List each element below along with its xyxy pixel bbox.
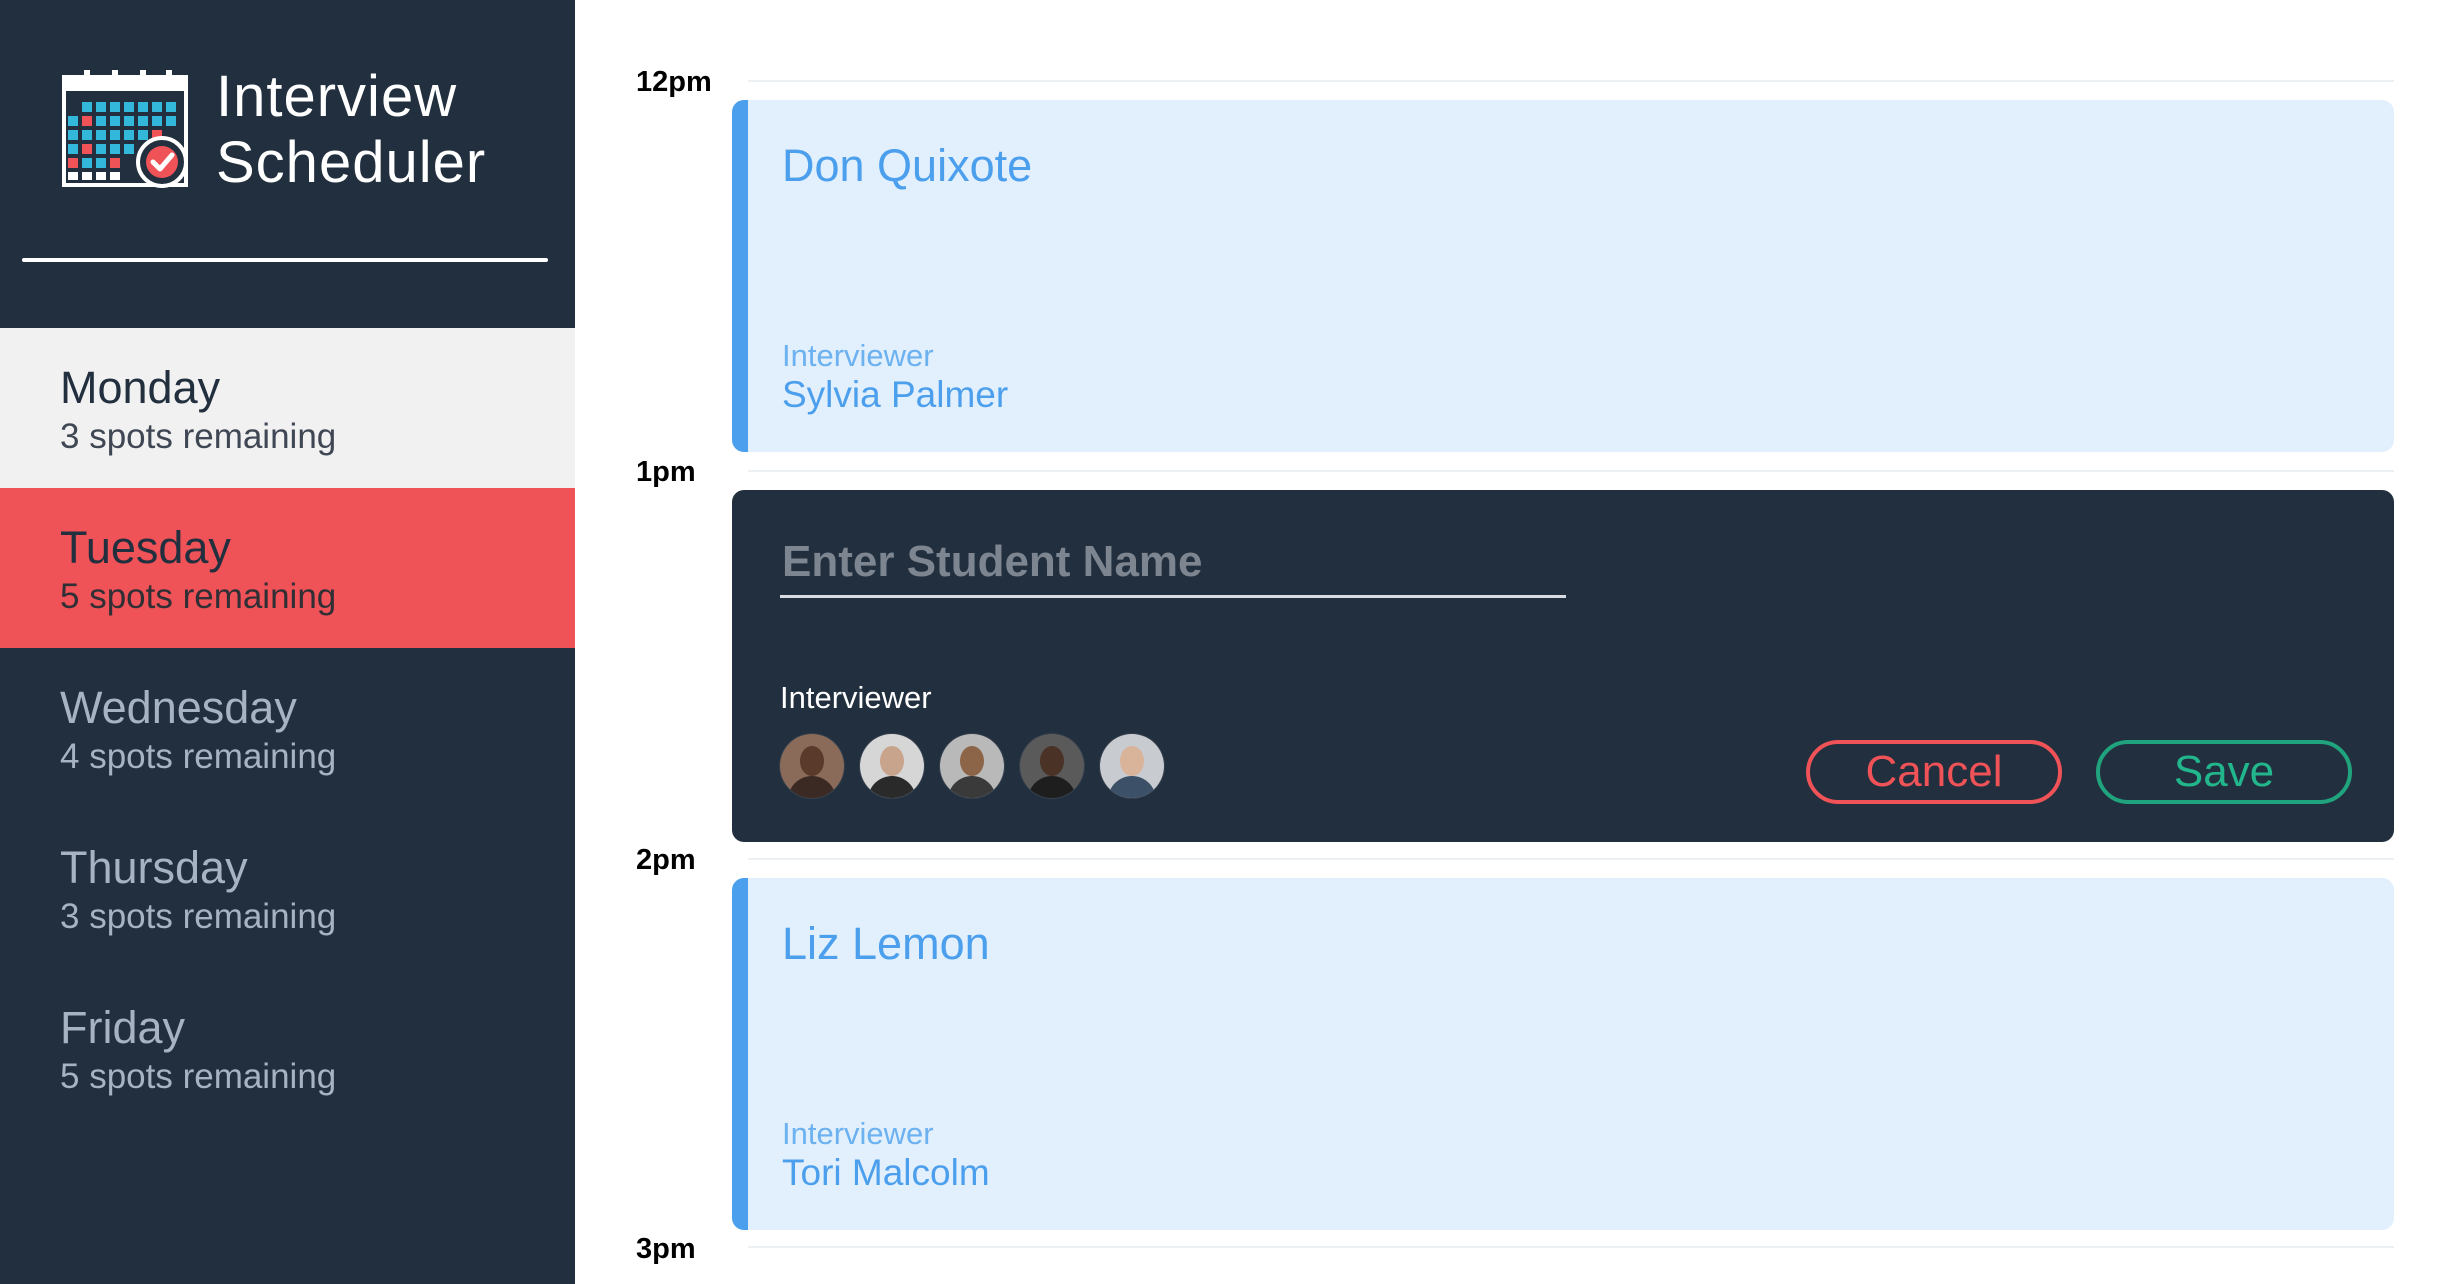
day-name: Monday [60,362,221,413]
day-name: Friday [60,1002,186,1053]
interviewer-avatar-3[interactable] [940,734,1004,798]
save-button[interactable]: Save [2096,740,2352,804]
time-divider [748,858,2394,860]
brand: Interview Scheduler [62,64,486,196]
time-divider [748,470,2394,472]
appointment-card[interactable]: Liz Lemon Interviewer Tori Malcolm [732,878,2394,1230]
app-title: Interview Scheduler [216,64,486,196]
day-spots: 5 spots remaining [60,1057,337,1096]
app-title-line1: Interview [216,64,458,129]
appointment-student: Liz Lemon [782,918,990,969]
time-label-1pm: 1pm [636,456,696,488]
day-list: Monday 3 spots remaining Tuesday 5 spots… [0,328,575,1128]
student-name-input[interactable] [780,528,1566,598]
time-label-2pm: 2pm [636,844,696,876]
day-item-thursday[interactable]: Thursday 3 spots remaining [0,808,575,968]
day-name: Tuesday [60,522,231,573]
interviewer-list-label: Interviewer [780,680,932,715]
appointment-interviewer-name: Tori Malcolm [782,1152,990,1193]
day-name: Wednesday [60,682,297,733]
day-spots: 4 spots remaining [60,737,337,776]
day-spots: 5 spots remaining [60,577,337,616]
time-label-12pm: 12pm [636,66,712,98]
interviewer-avatar-5[interactable] [1100,734,1164,798]
day-item-friday[interactable]: Friday 5 spots remaining [0,968,575,1128]
time-label-3pm: 3pm [636,1233,696,1265]
appointment-interviewer-label: Interviewer [782,1116,934,1151]
interviewer-avatar-4[interactable] [1020,734,1084,798]
day-name: Thursday [60,842,248,893]
interviewer-avatar-1[interactable] [780,734,844,798]
appointment-card[interactable]: Don Quixote Interviewer Sylvia Palmer [732,100,2394,452]
interviewer-avatar-2[interactable] [860,734,924,798]
day-item-wednesday[interactable]: Wednesday 4 spots remaining [0,648,575,808]
appointment-student: Don Quixote [782,140,1033,191]
day-spots: 3 spots remaining [60,897,337,936]
appointment-form: Interviewer Cancel Save [732,490,2394,842]
day-spots: 3 spots remaining [60,417,337,456]
sidebar-divider [22,258,548,262]
time-divider [748,1246,2394,1248]
day-item-tuesday[interactable]: Tuesday 5 spots remaining [0,488,575,648]
appointment-interviewer-label: Interviewer [782,338,934,373]
app-title-line2: Scheduler [216,130,487,195]
cancel-button[interactable]: Cancel [1806,740,2062,804]
time-divider [748,80,2394,82]
appointment-interviewer-name: Sylvia Palmer [782,374,1009,415]
interviewer-list [780,734,1180,798]
calendar-check-icon [62,68,194,192]
sidebar: Interview Scheduler Monday 3 spots remai… [0,0,575,1284]
day-item-monday[interactable]: Monday 3 spots remaining [0,328,575,488]
